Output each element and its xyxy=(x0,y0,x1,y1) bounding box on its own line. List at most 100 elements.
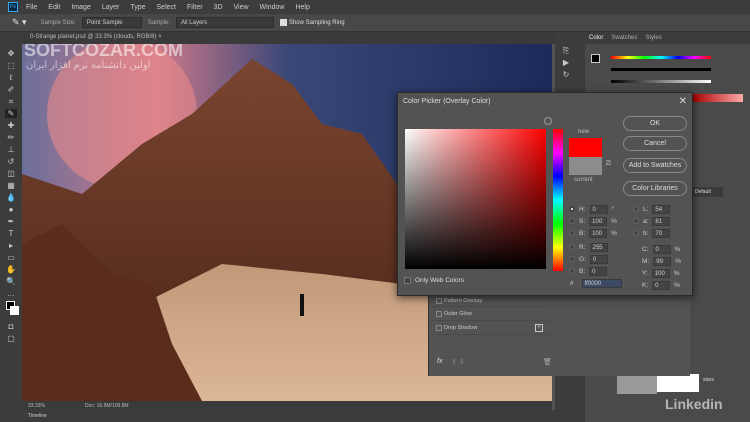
hue-slider[interactable] xyxy=(553,129,563,271)
dodge-tool-icon[interactable]: ● xyxy=(5,205,17,214)
add-to-swatches-button[interactable]: Add to Swatches xyxy=(623,158,687,173)
checkbox[interactable] xyxy=(436,310,442,317)
style-drop-shadow[interactable]: Drop Shadow + xyxy=(429,321,549,335)
brush-tool-icon[interactable]: ✏ xyxy=(5,133,17,142)
foreground-background-swatch[interactable] xyxy=(4,301,19,319)
move-up-icon[interactable]: ⇧ ⇩ xyxy=(451,358,465,366)
layer-name[interactable]: stars xyxy=(703,377,714,383)
default-button[interactable]: Default xyxy=(693,187,723,197)
saturation-slider[interactable] xyxy=(611,68,711,71)
zoom-level[interactable]: 33.33% xyxy=(28,403,45,409)
eraser-tool-icon[interactable]: ◫ xyxy=(5,169,17,178)
screen-mode-icon[interactable]: ▢ xyxy=(5,334,17,343)
c-input[interactable]: 0 xyxy=(652,244,671,254)
lasso-tool-icon[interactable]: ℓ xyxy=(5,73,17,82)
style-outer-glow[interactable]: Outer Glow xyxy=(429,307,549,321)
b-radio[interactable] xyxy=(569,230,575,236)
menu-file[interactable]: File xyxy=(26,4,37,11)
play-action-icon[interactable]: ▶ xyxy=(560,58,572,67)
cube-icon[interactable]: ⎚ xyxy=(606,161,612,173)
color-libraries-button[interactable]: Color Libraries xyxy=(623,181,687,196)
rotate-icon[interactable]: ↻ xyxy=(560,70,572,79)
blur-tool-icon[interactable]: 💧 xyxy=(5,193,17,202)
m-input[interactable]: 99 xyxy=(653,256,672,266)
eyedropper-tool-icon[interactable]: ✎ xyxy=(5,109,17,118)
tab-color[interactable]: Color xyxy=(589,35,603,41)
hand-tool-icon[interactable]: ✋ xyxy=(5,265,17,274)
menu-type[interactable]: Type xyxy=(130,4,145,11)
history-icon[interactable]: ⎘ xyxy=(560,46,572,55)
r-input[interactable]: 255 xyxy=(589,242,608,252)
lab-b-input[interactable]: 70 xyxy=(652,228,671,238)
shape-tool-icon[interactable]: ▭ xyxy=(5,253,17,262)
marquee-tool-icon[interactable]: ⬚ xyxy=(5,61,17,70)
menu-view[interactable]: View xyxy=(234,4,249,11)
g-radio[interactable] xyxy=(569,256,575,262)
show-sampling-ring-checkbox[interactable]: Show Sampling Ring xyxy=(279,18,345,26)
checkbox[interactable] xyxy=(436,298,442,304)
color-field[interactable] xyxy=(405,129,546,269)
g-input[interactable]: 0 xyxy=(589,254,608,264)
hue-slider[interactable] xyxy=(611,56,711,59)
history-brush-icon[interactable]: ↺ xyxy=(5,157,17,166)
h-radio[interactable] xyxy=(569,206,575,212)
lab-b-radio[interactable] xyxy=(633,230,639,236)
l-radio[interactable] xyxy=(633,206,639,212)
hex-field: # ff0000 xyxy=(569,277,626,289)
healing-tool-icon[interactable]: ✚ xyxy=(5,121,17,130)
brightness-slider[interactable] xyxy=(611,80,711,83)
field-label: B: xyxy=(579,229,586,237)
a-input[interactable]: 81 xyxy=(652,216,671,226)
move-tool-icon[interactable]: ✥ xyxy=(5,49,17,58)
tab-styles[interactable]: Styles xyxy=(645,35,661,41)
menu-edit[interactable]: Edit xyxy=(48,4,60,11)
stamp-tool-icon[interactable]: ⊥ xyxy=(5,145,17,154)
gradient-tool-icon[interactable]: ▦ xyxy=(5,181,17,190)
add-icon[interactable]: + xyxy=(535,323,543,332)
y-input[interactable]: 100 xyxy=(651,268,670,278)
blue-input[interactable]: 0 xyxy=(589,266,608,276)
current-color-swatch[interactable] xyxy=(569,157,602,175)
tab-swatches[interactable]: Swatches xyxy=(611,35,637,41)
type-tool-icon[interactable]: T xyxy=(5,229,17,238)
sample-size-select[interactable]: Point Sample xyxy=(81,17,142,28)
document-tab[interactable]: 0-Strange planet.psd @ 33.3% (clouds, RG… xyxy=(22,32,555,44)
sample-select[interactable]: All Layers xyxy=(175,17,274,28)
trash-icon[interactable]: 🗑 xyxy=(543,358,552,366)
blue-radio[interactable] xyxy=(569,268,575,274)
hex-input[interactable]: ff0000 xyxy=(581,278,622,288)
k-input[interactable]: 0 xyxy=(652,280,671,290)
color-ramp[interactable] xyxy=(693,94,743,102)
close-icon[interactable]: ✕ xyxy=(679,96,687,107)
checkbox[interactable] xyxy=(436,324,442,331)
eyedropper-icon[interactable]: ✎ ▾ xyxy=(12,17,27,28)
more-tools-icon[interactable]: … xyxy=(5,289,17,298)
cancel-button[interactable]: Cancel xyxy=(623,136,687,151)
path-select-icon[interactable]: ▸ xyxy=(5,241,17,250)
crop-tool-icon[interactable]: ⌗ xyxy=(5,97,17,106)
fx-icon[interactable]: fx xyxy=(437,358,442,365)
menu-filter[interactable]: Filter xyxy=(187,4,203,11)
h-input[interactable]: 0 xyxy=(589,204,608,214)
zoom-tool-icon[interactable]: 🔍 xyxy=(5,277,17,286)
timeline-tab[interactable]: Timeline xyxy=(22,410,555,422)
foreground-color[interactable] xyxy=(591,54,600,63)
l-input[interactable]: 54 xyxy=(652,204,671,214)
pen-tool-icon[interactable]: ✒ xyxy=(5,217,17,226)
r-radio[interactable] xyxy=(569,244,575,250)
h-field: H: 0 ° xyxy=(569,203,626,215)
s-radio[interactable] xyxy=(569,218,575,224)
menu-layer[interactable]: Layer xyxy=(102,4,120,11)
menu-image[interactable]: Image xyxy=(71,4,90,11)
a-radio[interactable] xyxy=(633,218,639,224)
ok-button[interactable]: OK xyxy=(623,116,687,131)
menu-3d[interactable]: 3D xyxy=(214,4,223,11)
menu-help[interactable]: Help xyxy=(295,4,309,11)
quick-mask-icon[interactable]: ◘ xyxy=(5,322,17,331)
b-input[interactable]: 100 xyxy=(589,228,608,238)
quick-select-tool-icon[interactable]: ✐ xyxy=(5,85,17,94)
menu-select[interactable]: Select xyxy=(157,4,176,11)
menu-window[interactable]: Window xyxy=(260,4,285,11)
only-web-colors-checkbox[interactable]: Only Web Colors xyxy=(404,277,464,284)
s-input[interactable]: 100 xyxy=(589,216,608,226)
